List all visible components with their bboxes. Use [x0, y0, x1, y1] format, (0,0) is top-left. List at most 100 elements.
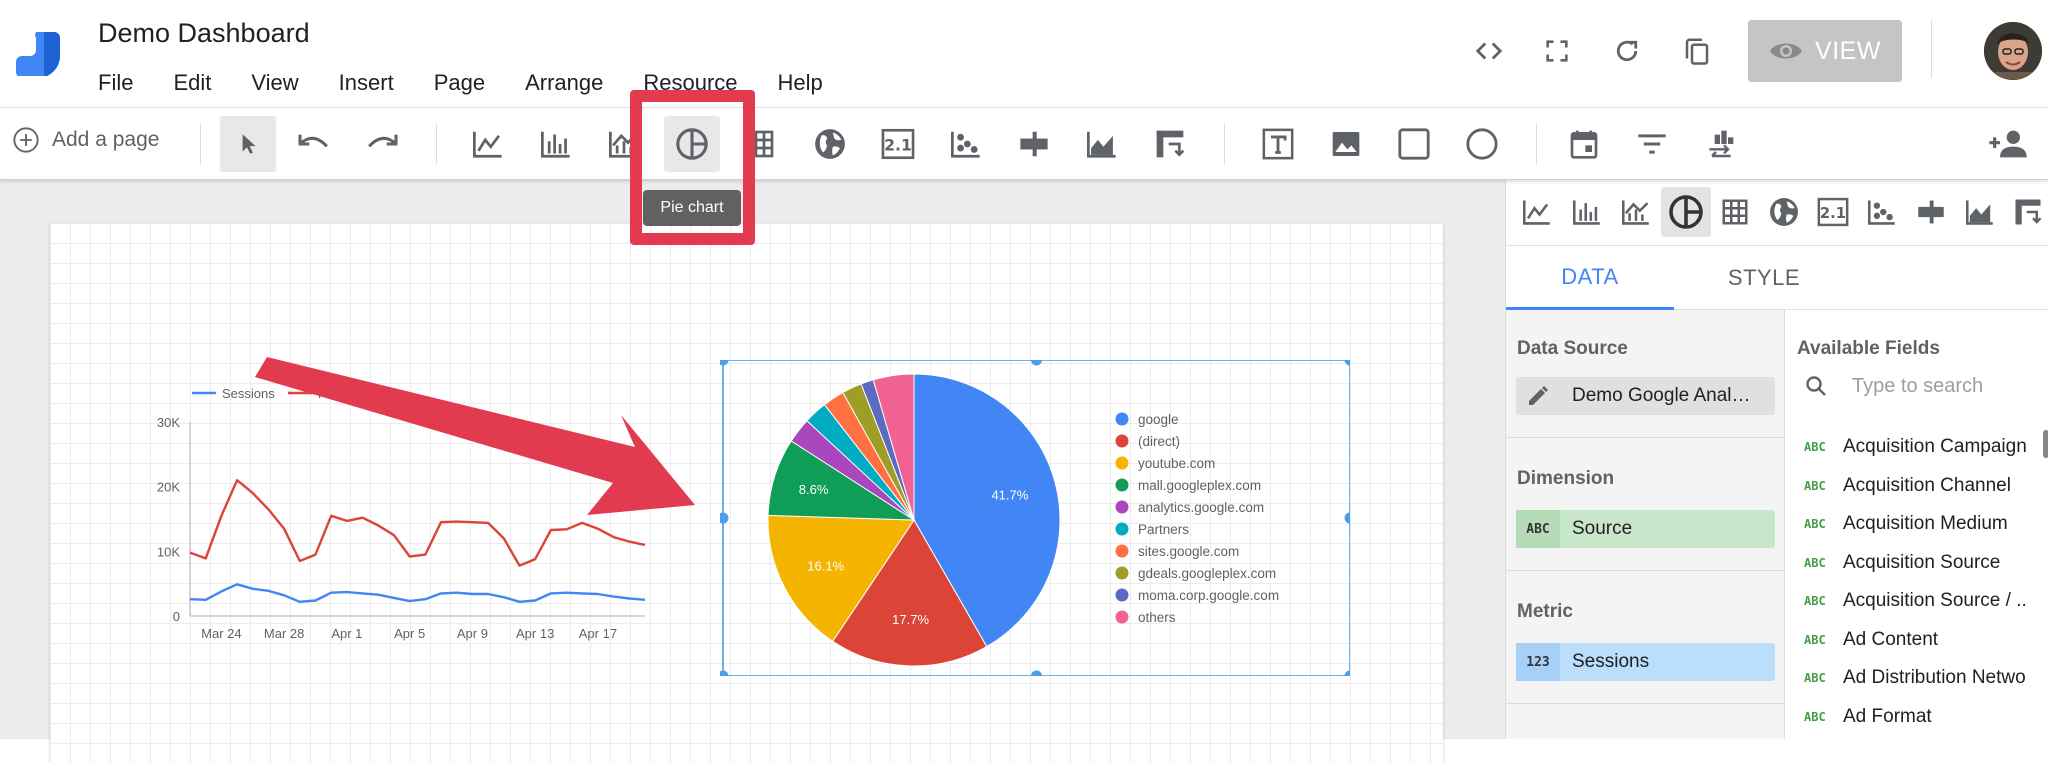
resize-handle[interactable]: [1344, 360, 1351, 366]
chart-type-scorecard[interactable]: 2.1: [1808, 187, 1858, 237]
legend-swatch: [1115, 610, 1129, 624]
date-range-button[interactable]: [1556, 116, 1612, 172]
search-input[interactable]: Type to search: [1852, 375, 1983, 398]
field-item[interactable]: ABC Acquisition Channel: [1786, 467, 2048, 506]
menu-arrange[interactable]: Arrange: [525, 70, 603, 96]
user-avatar[interactable]: [1984, 22, 2042, 80]
chart-type-geo[interactable]: [1759, 187, 1809, 237]
cursor-icon: [242, 134, 256, 154]
x-tick-label: Mar 28: [264, 626, 304, 641]
globe-icon: [1770, 198, 1798, 226]
dimension-name: Source: [1572, 518, 1633, 539]
field-search[interactable]: Type to search: [1804, 374, 1983, 398]
slice-label: 41.7%: [991, 487, 1028, 502]
field-item[interactable]: ABC Ad Content: [1786, 621, 2048, 660]
chart-type-pie[interactable]: [1661, 187, 1711, 237]
header-divider: [1931, 20, 1932, 78]
chart-type-table[interactable]: [1710, 187, 1760, 237]
toolbar-divider: [436, 124, 437, 164]
report-title[interactable]: Demo Dashboard: [98, 18, 310, 49]
chart-type-combo[interactable]: [1611, 187, 1661, 237]
resize-handle[interactable]: [720, 670, 729, 677]
chart-type-scatter[interactable]: [1857, 187, 1907, 237]
data-control-button[interactable]: [1692, 116, 1748, 172]
add-page-button[interactable]: Add a page: [12, 126, 159, 154]
globe-icon: [815, 129, 845, 159]
embed-code-icon[interactable]: [1469, 30, 1509, 72]
resize-handle[interactable]: [1344, 670, 1351, 677]
resize-handle[interactable]: [720, 512, 729, 524]
scorecard-button[interactable]: 2.1: [870, 116, 926, 172]
select-tool-button[interactable]: [220, 116, 276, 172]
y-tick-label: 20K: [157, 480, 180, 495]
legend-swatch: [1115, 544, 1129, 558]
scatter-chart-button[interactable]: [938, 116, 994, 172]
image-tool-button[interactable]: [1318, 116, 1374, 172]
bullet-chart-button[interactable]: [1006, 116, 1062, 172]
chart-type-time-series[interactable]: [1512, 187, 1562, 237]
field-item[interactable]: ABC Ad Format: [1786, 698, 2048, 737]
chart-type-bar[interactable]: [1562, 187, 1612, 237]
copy-icon[interactable]: [1677, 30, 1717, 72]
menu-help[interactable]: Help: [778, 70, 823, 96]
text-tool-button[interactable]: [1250, 116, 1306, 172]
bar-chart-button[interactable]: [528, 116, 584, 172]
scatter-chart-icon: [951, 131, 980, 158]
chart-type-pivot[interactable]: [2004, 187, 2048, 237]
menu-view[interactable]: View: [251, 70, 298, 96]
menu-file[interactable]: File: [98, 70, 133, 96]
circle-tool-button[interactable]: [1454, 116, 1510, 172]
tab-data[interactable]: DATA: [1506, 246, 1674, 310]
text-type-badge: ABC: [1804, 671, 1826, 686]
area-chart-icon: [1966, 200, 1993, 225]
field-item[interactable]: ABC Acquisition Medium: [1786, 505, 2048, 544]
share-button[interactable]: [1980, 116, 2036, 172]
refresh-icon[interactable]: [1607, 30, 1647, 72]
tab-style[interactable]: STYLE: [1674, 246, 1854, 310]
resize-handle[interactable]: [1031, 360, 1042, 366]
resize-handle[interactable]: [1344, 512, 1351, 524]
chart-type-bullet[interactable]: [1906, 187, 1956, 237]
dimension-section: Dimension ABC Source: [1506, 438, 1785, 571]
resize-handle[interactable]: [1031, 670, 1042, 677]
field-item[interactable]: ABC Acquisition Source / ..: [1786, 582, 2048, 621]
undo-icon: [298, 134, 328, 148]
field-item[interactable]: ABC Acquisition Campaign: [1786, 428, 2048, 467]
view-button-label: VIEW: [1815, 36, 1881, 65]
pie-chart-tooltip: Pie chart: [643, 190, 741, 226]
menu-edit[interactable]: Edit: [173, 70, 211, 96]
data-source-chip[interactable]: Demo Google Anal…: [1516, 377, 1775, 415]
filter-control-button[interactable]: [1624, 116, 1680, 172]
rectangle-icon: [1398, 128, 1430, 160]
time-series-button[interactable]: [460, 116, 516, 172]
fields-scrollbar[interactable]: [2043, 430, 2048, 458]
geo-map-button[interactable]: [802, 116, 858, 172]
undo-button[interactable]: [286, 116, 342, 172]
area-chart-button[interactable]: [1074, 116, 1130, 172]
legend-label: moma.corp.google.com: [1138, 588, 1279, 603]
x-tick-label: Apr 13: [516, 626, 554, 641]
view-button[interactable]: VIEW: [1748, 20, 1902, 82]
legend-label: gdeals.googleplex.com: [1138, 566, 1276, 581]
rectangle-tool-button[interactable]: [1386, 116, 1442, 172]
menu-page[interactable]: Page: [434, 70, 485, 96]
edit-pencil-icon[interactable]: [1516, 377, 1560, 415]
chart-type-area[interactable]: [1955, 187, 2005, 237]
add-person-icon: [1989, 130, 2027, 158]
x-tick-label: Apr 17: [579, 626, 617, 641]
dimension-chip[interactable]: ABC Source: [1516, 510, 1775, 548]
y-tick-label: 30K: [157, 415, 180, 430]
pivot-table-button[interactable]: [1142, 116, 1198, 172]
data-studio-logo-icon[interactable]: [16, 26, 62, 76]
resize-handle[interactable]: [720, 360, 729, 366]
field-item[interactable]: ABC Ad Distribution Netwo: [1786, 659, 2048, 698]
field-item[interactable]: ABC Acquisition Source: [1786, 544, 2048, 583]
fullscreen-icon[interactable]: [1537, 30, 1577, 72]
menu-insert[interactable]: Insert: [339, 70, 394, 96]
legend-label: others: [1138, 610, 1176, 625]
metric-chip[interactable]: 123 Sessions: [1516, 643, 1775, 681]
legend-swatch: [1115, 522, 1129, 536]
field-name: Acquisition Source / ..: [1843, 590, 2027, 612]
redo-button[interactable]: [354, 116, 410, 172]
pie-chart-widget[interactable]: 41.7% 17.7% 16.1% 8.6% google (direct) youtube…: [720, 360, 1350, 676]
